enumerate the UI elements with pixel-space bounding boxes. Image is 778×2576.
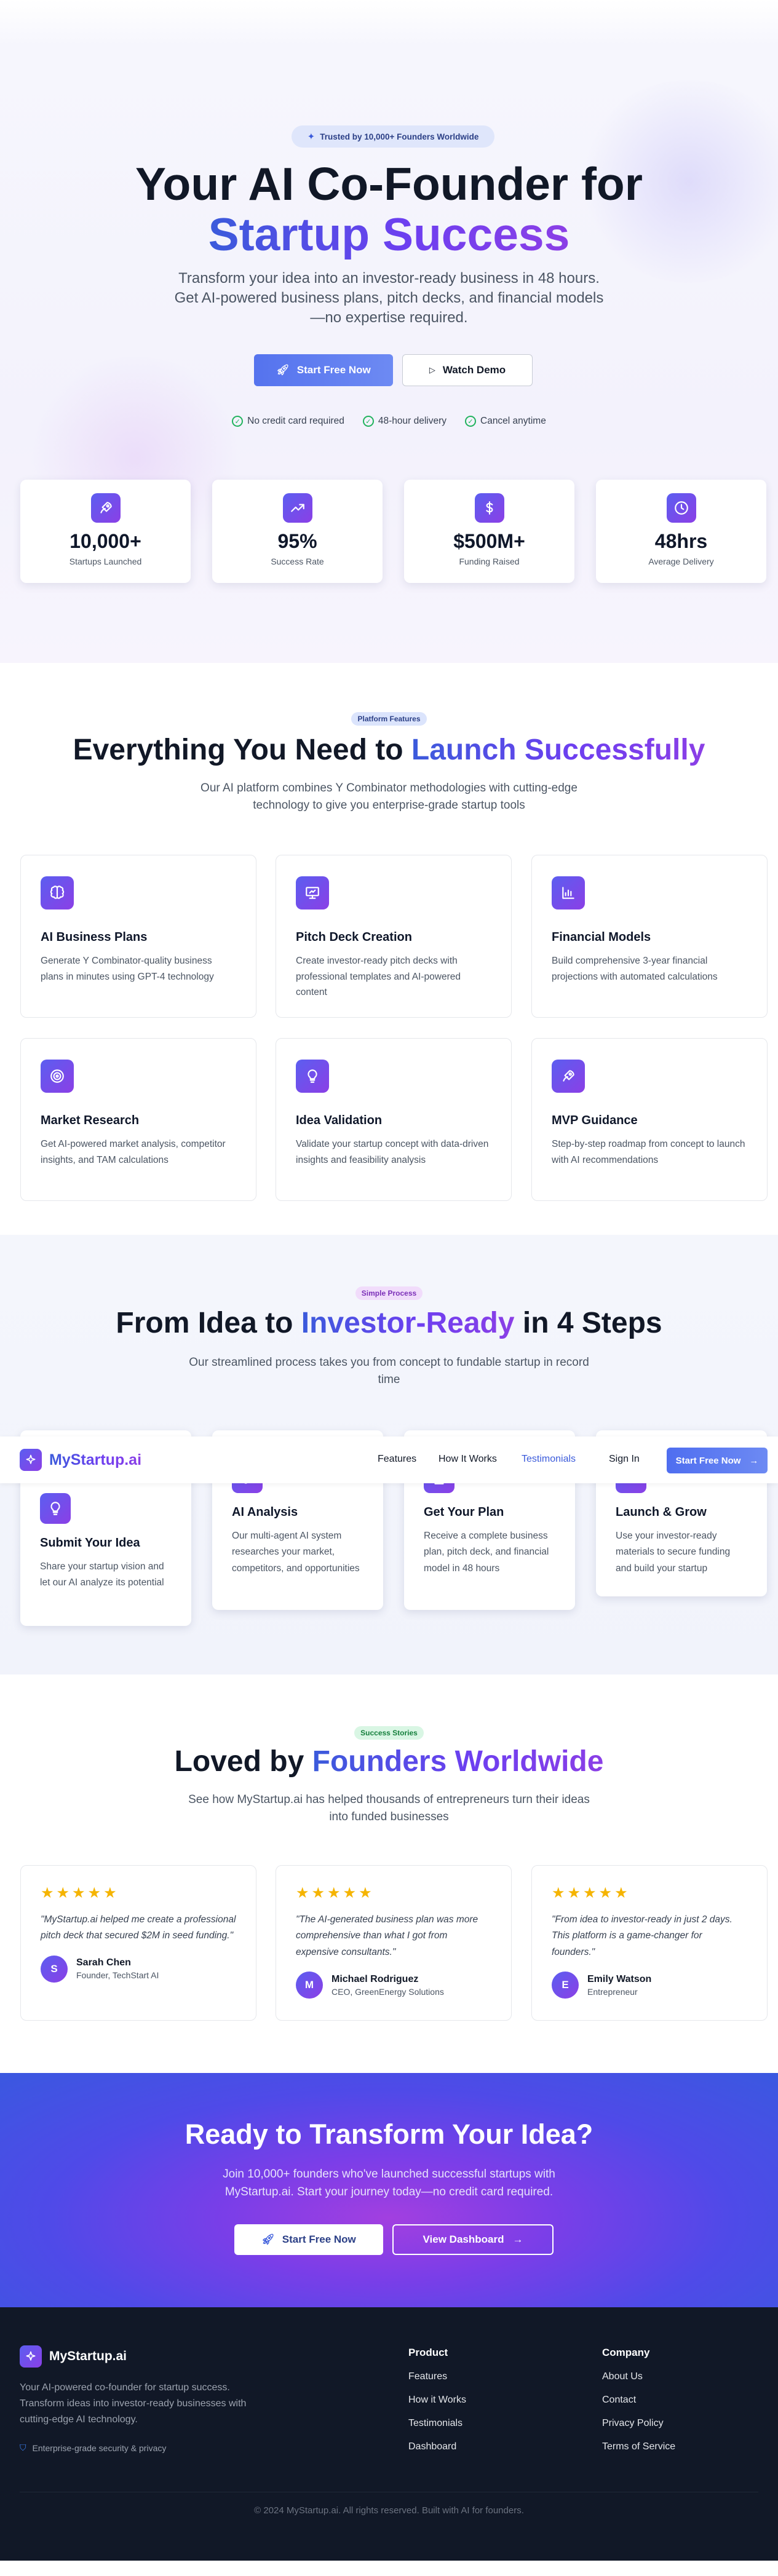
- cta-section: Ready to Transform Your Idea? Join 10,00…: [0, 2073, 778, 2307]
- trust-badge: ✦ Trusted by 10,000+ Founders Worldwide: [292, 125, 494, 148]
- testimonials-section: Success Stories Loved by Founders Worldw…: [0, 1674, 778, 2073]
- feature-card: Market Research Get AI-powered market an…: [20, 1038, 256, 1201]
- section-badge: Simple Process: [355, 1286, 423, 1300]
- check-circle-icon: ✓: [232, 416, 244, 427]
- clock-icon: [666, 493, 696, 523]
- process-subtitle: Our streamlined process takes you from c…: [189, 1356, 589, 1386]
- testimonial-card: ★★★★★ "MyStartup.ai helped me create a p…: [20, 1865, 256, 2021]
- feature-card: Financial Models Build comprehensive 3-y…: [531, 855, 768, 1018]
- watch-demo-button[interactable]: ▷ Watch Demo: [402, 354, 533, 386]
- hero-section: ✦ Trusted by 10,000+ Founders Worldwide …: [0, 0, 778, 663]
- sign-in-link[interactable]: Sign In: [609, 1454, 640, 1465]
- stat-card: 10,000+ Startups Launched: [20, 480, 191, 583]
- section-badge: Success Stories: [354, 1726, 424, 1740]
- nav-start-button[interactable]: Start Free Now →: [667, 1448, 768, 1473]
- rocket-icon: 🚀︎: [276, 364, 290, 376]
- feature-card: MVP Guidance Step-by-step roadmap from c…: [531, 1038, 768, 1201]
- check-circle-icon: ✓: [362, 416, 374, 427]
- footer-link[interactable]: How it Works: [408, 2395, 466, 2406]
- play-icon: ▷: [429, 365, 435, 375]
- process-title: From Idea to Investor-Ready in 4 Steps: [116, 1307, 662, 1339]
- avatar: M: [296, 1972, 323, 1999]
- rocket-icon: [90, 493, 121, 523]
- check-item: ✓ 48-hour delivery: [362, 416, 447, 427]
- rocket-icon: 🚀︎: [261, 2233, 275, 2245]
- footer-link[interactable]: Terms of Service: [602, 2441, 675, 2452]
- presentation-icon: [296, 876, 329, 910]
- nav-link-features[interactable]: Features: [378, 1454, 416, 1465]
- target-icon: [41, 1060, 74, 1093]
- footer-link[interactable]: About Us: [602, 2371, 675, 2382]
- footer-link[interactable]: Testimonials: [408, 2418, 466, 2429]
- security-note: ⛉ Enterprise-grade security & privacy: [20, 2443, 167, 2453]
- dollar-icon: [474, 493, 504, 523]
- stat-card: 48hrs Average Delivery: [596, 480, 766, 583]
- testimonials-subtitle: See how MyStartup.ai has helped thousand…: [188, 1793, 590, 1823]
- navbar: MyStartup.ai Features How It Works Testi…: [0, 1437, 778, 1483]
- brain-icon: [41, 876, 74, 910]
- cta-start-button[interactable]: 🚀︎ Start Free Now: [234, 2224, 383, 2255]
- footer-link[interactable]: Privacy Policy: [602, 2418, 675, 2429]
- stat-card: 95% Success Rate: [212, 480, 383, 583]
- feature-card: Idea Validation Validate your startup co…: [276, 1038, 512, 1201]
- hero-checklist: ✓ No credit card required ✓ 48-hour delive…: [0, 416, 778, 427]
- lightbulb-icon: [40, 1493, 71, 1524]
- shield-icon: ⛉: [20, 2443, 26, 2452]
- footer-company-column: Company About Us Contact Privacy Policy …: [602, 2347, 676, 2452]
- avatar: S: [41, 1955, 68, 1983]
- sparkle-icon: [20, 1449, 42, 1471]
- feature-card: Pitch Deck Creation Create investor-read…: [276, 855, 512, 1018]
- check-item: ✓ No credit card required: [232, 416, 344, 427]
- testimonial-card: ★★★★★ "From idea to investor-ready in ju…: [531, 1865, 768, 2021]
- brand-logo[interactable]: MyStartup.ai: [20, 1449, 141, 1471]
- trending-up-icon: [282, 493, 312, 523]
- footer-brand[interactable]: MyStartup.ai: [20, 2345, 127, 2368]
- lightbulb-icon: [296, 1060, 329, 1093]
- footer: MyStartup.ai Your AI-powered co-founder …: [0, 2307, 778, 2561]
- copyright: © 2024 MyStartup.ai. All rights reserved…: [254, 2505, 524, 2516]
- view-dashboard-button[interactable]: View Dashboard →: [392, 2224, 554, 2255]
- footer-product-column: Product Features How it Works Testimonia…: [408, 2347, 466, 2452]
- arrow-right-icon: →: [749, 1455, 759, 1466]
- features-subtitle: Our AI platform combines Y Combinator me…: [200, 782, 578, 812]
- hero-subtitle: Transform your idea into an investor-rea…: [174, 270, 604, 326]
- nav-link-testimonials[interactable]: Testimonials: [522, 1454, 576, 1465]
- features-title: Everything You Need to Launch Successful…: [73, 734, 705, 766]
- footer-link[interactable]: Dashboard: [408, 2441, 466, 2452]
- sparkle-icon: [20, 2345, 42, 2368]
- cta-subtitle: Join 10,000+ founders who've launched su…: [223, 2168, 555, 2198]
- hero-title: Your AI Co-Founder for Startup Success: [135, 158, 643, 260]
- feature-card: AI Business Plans Generate Y Combinator-…: [20, 855, 256, 1018]
- sparkle-icon: ✦: [307, 132, 316, 142]
- testimonials-title: Loved by Founders Worldwide: [174, 1745, 604, 1778]
- footer-description: Your AI-powered co-founder for startup s…: [20, 2382, 247, 2425]
- star-rating: ★★★★★: [296, 1885, 375, 1901]
- section-badge: Platform Features: [351, 712, 427, 726]
- features-section: Platform Features Everything You Need to…: [0, 663, 778, 1235]
- star-rating: ★★★★★: [552, 1885, 630, 1901]
- rocket-icon: [552, 1060, 585, 1093]
- arrow-right-icon: →: [512, 2233, 523, 2245]
- testimonial-card: ★★★★★ "The AI-generated business plan wa…: [276, 1865, 512, 2021]
- star-rating: ★★★★★: [41, 1885, 119, 1901]
- check-item: ✓ Cancel anytime: [465, 416, 546, 427]
- stat-card: $500M+ Funding Raised: [404, 480, 574, 583]
- nav-link-how-it-works[interactable]: How It Works: [439, 1454, 497, 1465]
- cta-title: Ready to Transform Your Idea?: [185, 2118, 593, 2150]
- check-circle-icon: ✓: [465, 416, 476, 427]
- footer-link[interactable]: Contact: [602, 2395, 675, 2406]
- bar-chart-icon: [552, 876, 585, 910]
- footer-link[interactable]: Features: [408, 2371, 466, 2382]
- avatar: E: [552, 1972, 579, 1999]
- hero-start-button[interactable]: 🚀︎ Start Free Now: [254, 354, 393, 386]
